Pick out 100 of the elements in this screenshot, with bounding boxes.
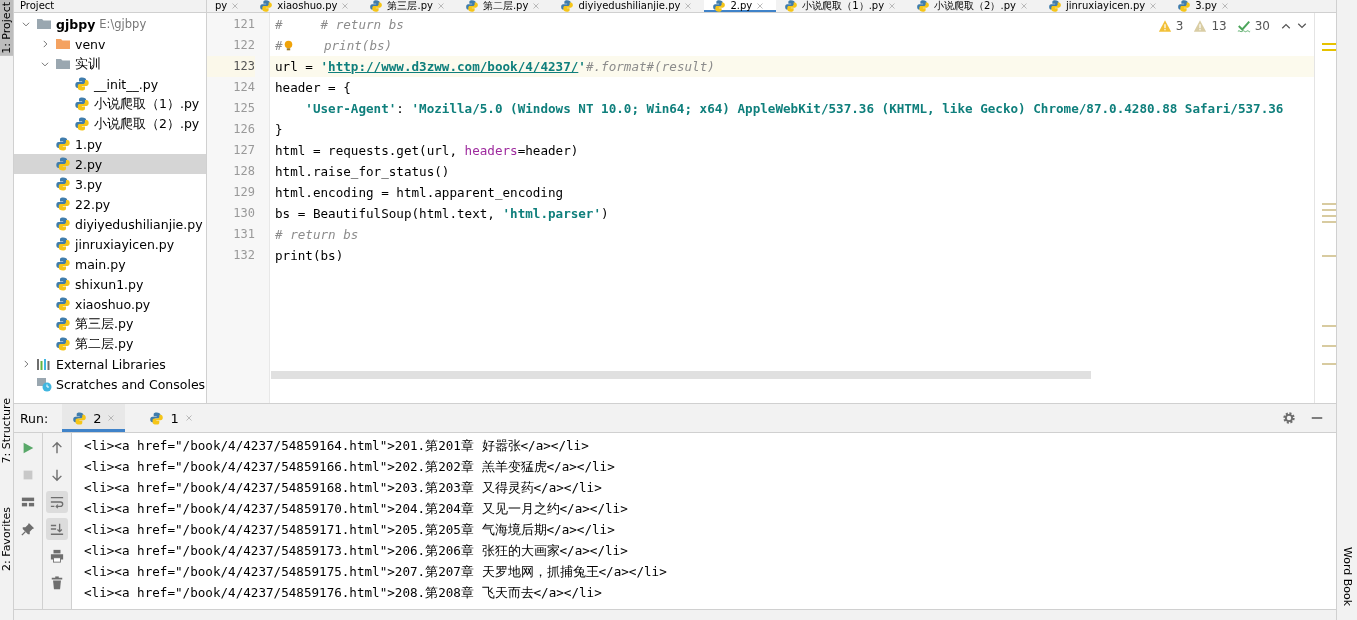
line-number: 131 — [232, 226, 255, 243]
tool-window-tab[interactable]: 1: Project — [0, 0, 13, 56]
file-name[interactable]: xiaoshuo.py — [75, 296, 151, 312]
run-icon — [21, 441, 35, 456]
python-file-icon — [55, 136, 71, 152]
tree-item[interactable]: 1.py — [14, 134, 206, 154]
python-file-icon — [1177, 0, 1192, 12]
file-name[interactable]: jinruxiayicen.py — [75, 236, 175, 252]
tree-item[interactable]: External Libraries — [14, 354, 206, 374]
close-icon[interactable] — [231, 2, 240, 10]
editor-tab[interactable]: 第三层.py — [361, 0, 457, 12]
problem-count: 3 — [1175, 19, 1184, 33]
lightbulb-icon[interactable] — [282, 39, 294, 52]
tree-item[interactable]: 实训 — [14, 54, 206, 74]
editor-tab[interactable]: 3.py — [1169, 0, 1242, 12]
tree-item[interactable]: 第二层.py — [14, 334, 206, 354]
check-icon[interactable] — [1236, 19, 1251, 33]
file-name[interactable]: __init__.py — [94, 76, 159, 92]
folder-path: E:\gjbpy — [99, 17, 147, 31]
tree-item[interactable]: jinruxiayicen.py — [14, 234, 206, 254]
python-file-icon — [784, 0, 799, 12]
editor-tab[interactable]: jinruxiayicen.py — [1039, 0, 1170, 12]
tree-item[interactable]: shixun1.py — [14, 274, 206, 294]
file-name[interactable]: main.py — [75, 256, 126, 272]
code-line: # return bs — [275, 226, 359, 244]
tree-item[interactable]: main.py — [14, 254, 206, 274]
file-name[interactable]: gjbpy — [56, 16, 96, 32]
file-name[interactable]: venv — [75, 36, 106, 52]
warning-icon[interactable] — [1193, 19, 1208, 33]
toolbar-button[interactable] — [46, 491, 68, 514]
tree-item[interactable]: 2.py — [14, 154, 206, 174]
file-name[interactable]: 实训 — [75, 55, 101, 73]
run-tab[interactable]: 1 — [139, 404, 203, 433]
tree-item[interactable]: 小说爬取（2）.py — [14, 114, 206, 134]
file-name[interactable]: diyiyedushilianjie.py — [75, 216, 203, 232]
scratches-icon — [36, 376, 52, 392]
close-icon[interactable] — [107, 414, 116, 423]
tree-item[interactable]: 3.py — [14, 174, 206, 194]
console-line: <li><a href="/book/4/4237/54859175.html">207.第207章 天罗地网，抓捕兔王</a></li> — [84, 563, 668, 582]
close-icon[interactable] — [1221, 2, 1230, 10]
python-file-icon — [55, 236, 71, 252]
python-file-icon — [712, 0, 727, 12]
editor-tab[interactable]: 小说爬取（1）.py — [776, 0, 909, 12]
editor-tab[interactable]: 小说爬取（2）.py — [908, 0, 1040, 12]
tool-window-tab[interactable]: 7: Structure — [0, 395, 13, 466]
console-line: <li><a href="/book/4/4237/54859176.html">208.第208章 飞天而去</a></li> — [84, 584, 603, 603]
python-file-icon — [55, 256, 71, 272]
tree-item[interactable]: 小说爬取（1）.py — [14, 94, 206, 114]
line-number: 121 — [232, 16, 255, 33]
file-name[interactable]: 2.py — [75, 156, 103, 172]
tree-item[interactable]: diyiyedushilianjie.py — [14, 214, 206, 234]
file-name[interactable]: 3.py — [75, 176, 103, 192]
file-name[interactable]: 第三层.py — [75, 315, 134, 333]
settings-icon[interactable] — [1282, 411, 1296, 426]
scrollbar[interactable] — [271, 371, 1091, 380]
tool-window-tab[interactable]: Word Book — [1340, 544, 1354, 608]
close-icon[interactable] — [341, 2, 350, 10]
tree-item[interactable]: venv — [14, 34, 206, 54]
python-file-icon — [55, 156, 71, 172]
editor-tab[interactable]: 2.py — [704, 0, 777, 12]
console-line: <li><a href="/book/4/4237/54859168.html">203.第203章 又得灵药</a></li> — [84, 479, 603, 498]
close-icon[interactable] — [1149, 2, 1158, 10]
close-icon[interactable] — [436, 2, 445, 10]
tree-item[interactable]: 第三层.py — [14, 314, 206, 334]
close-icon[interactable] — [888, 2, 897, 10]
tree-item[interactable]: 22.py — [14, 194, 206, 214]
toolbar-button[interactable] — [46, 518, 68, 541]
file-name[interactable]: 小说爬取（2）.py — [94, 115, 200, 133]
folder-icon — [36, 16, 52, 32]
editor-tab[interactable]: 第二层.py — [456, 0, 553, 12]
close-icon[interactable] — [532, 2, 541, 10]
file-name[interactable]: 1.py — [75, 136, 103, 152]
file-name[interactable]: 22.py — [75, 196, 111, 212]
close-icon[interactable] — [684, 2, 693, 10]
close-icon[interactable] — [756, 2, 765, 10]
console-line: <li><a href="/book/4/4237/54859164.html">201.第201章 好嚣张</a></li> — [84, 437, 590, 456]
editor-tab[interactable]: xiaoshuo.py — [251, 0, 362, 12]
file-name[interactable]: 第二层.py — [75, 335, 134, 353]
printer-icon — [50, 549, 64, 564]
tree-item[interactable]: Scratches and Consoles — [14, 374, 206, 394]
console-line: <li><a href="/book/4/4237/54859171.html">205.第205章 气海境后期</a></li> — [84, 521, 616, 540]
editor-tab[interactable]: py — [207, 0, 252, 12]
tree-item[interactable]: gjbpy E:\gjbpy — [14, 14, 206, 34]
line-number: 126 — [232, 121, 255, 138]
close-icon[interactable] — [184, 414, 193, 423]
editor-tab[interactable]: diyiyedushilianjie.py — [552, 0, 705, 12]
python-file-icon — [916, 0, 931, 12]
code-line: bs = BeautifulSoup(html.text, 'html.parser') — [275, 205, 609, 223]
file-name[interactable]: 小说爬取（1）.py — [94, 95, 200, 113]
file-name[interactable]: External Libraries — [56, 356, 166, 372]
warning-icon[interactable] — [1157, 19, 1172, 33]
python-file-icon — [55, 276, 71, 292]
code-line: 'User-Agent': 'Mozilla/5.0 (Windows NT 10.0; Win64; x64) AppleWebKit/537.36 (KHTML, like Gecko) Chrome/87.0.4280.88 Safari/537.36 — [305, 100, 1284, 118]
file-name[interactable]: shixun1.py — [75, 276, 144, 292]
file-name[interactable]: Scratches and Consoles — [56, 376, 206, 392]
tree-item[interactable]: __init__.py — [14, 74, 206, 94]
close-icon[interactable] — [1019, 2, 1028, 10]
tree-item[interactable]: xiaoshuo.py — [14, 294, 206, 314]
tool-window-tab[interactable]: 2: Favorites — [0, 505, 13, 574]
run-tab[interactable]: 2 — [62, 404, 126, 433]
